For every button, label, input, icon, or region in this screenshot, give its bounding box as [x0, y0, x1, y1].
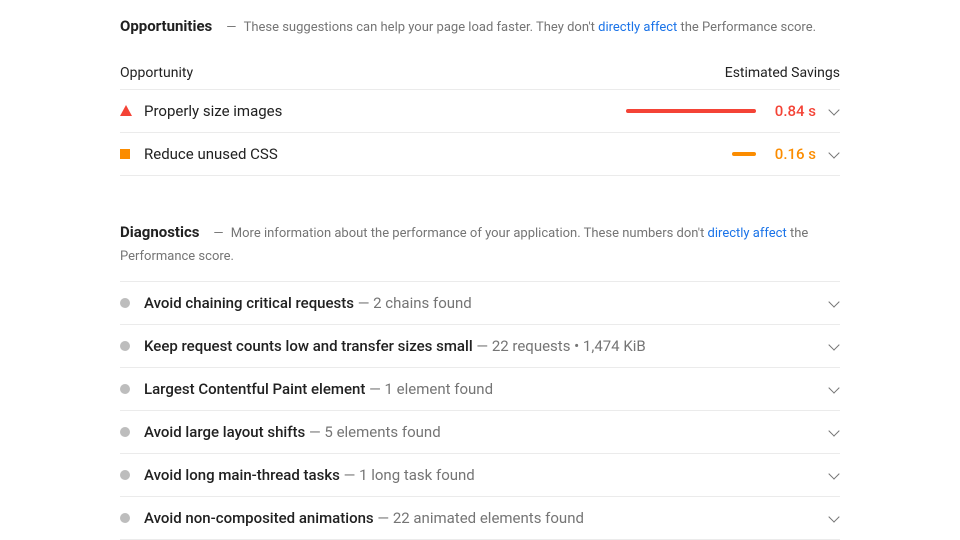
directly-affect-link[interactable]: directly affect	[708, 226, 787, 241]
diagnostic-row[interactable]: Avoid large layout shifts — 5 elements f…	[120, 410, 840, 453]
diagnostics-header: Diagnostics — More information about the…	[120, 220, 840, 268]
diagnostic-detail: 5 elements found	[324, 423, 440, 441]
col-savings: Estimated Savings	[725, 65, 840, 81]
diagnostics-subtitle: — More information about the performance…	[120, 226, 808, 264]
chevron-down-icon	[816, 513, 840, 523]
diagnostic-label: Keep request counts low and transfer siz…	[144, 337, 473, 355]
savings-bar	[622, 152, 762, 156]
circle-gray-icon	[120, 384, 144, 394]
opportunity-label: Properly size images	[144, 102, 622, 120]
diagnostic-row[interactable]: Avoid long main-thread tasks — 1 long ta…	[120, 453, 840, 496]
diagnostic-row[interactable]: Avoid non-composited animations — 22 ani…	[120, 496, 840, 540]
savings-bar	[622, 109, 762, 113]
diagnostics-list: Avoid chaining critical requests — 2 cha…	[120, 281, 840, 540]
chevron-down-icon	[816, 298, 840, 308]
diagnostics-title: Diagnostics	[120, 223, 199, 241]
diagnostic-detail: 1 long task found	[359, 466, 475, 484]
opportunities-title: Opportunities	[120, 17, 212, 35]
diagnostic-label: Avoid long main-thread tasks	[144, 466, 340, 484]
diagnostic-detail: 2 chains found	[373, 294, 472, 312]
chevron-down-icon	[816, 149, 840, 159]
diagnostic-detail: 22 requests • 1,474 KiB	[492, 337, 646, 355]
chevron-down-icon	[816, 427, 840, 437]
circle-gray-icon	[120, 427, 144, 437]
chevron-down-icon	[816, 470, 840, 480]
directly-affect-link[interactable]: directly affect	[598, 20, 677, 35]
circle-gray-icon	[120, 298, 144, 308]
diagnostic-label: Avoid chaining critical requests	[144, 294, 354, 312]
circle-gray-icon	[120, 513, 144, 523]
square-orange-icon	[120, 149, 144, 159]
opportunity-label: Reduce unused CSS	[144, 145, 622, 163]
diagnostic-detail: 1 element found	[385, 380, 494, 398]
diagnostic-label: Avoid large layout shifts	[144, 423, 305, 441]
triangle-red-icon	[120, 105, 144, 116]
chevron-down-icon	[816, 341, 840, 351]
diagnostic-label: Avoid non-composited animations	[144, 509, 374, 527]
chevron-down-icon	[816, 106, 840, 116]
opportunities-subtitle: — These suggestions can help your page l…	[216, 20, 816, 35]
opportunities-header: Opportunities — These suggestions can he…	[120, 14, 840, 39]
circle-gray-icon	[120, 341, 144, 351]
savings-value: 0.16 s	[762, 145, 816, 163]
diagnostic-row[interactable]: Keep request counts low and transfer siz…	[120, 324, 840, 367]
diagnostic-row[interactable]: Avoid chaining critical requests — 2 cha…	[120, 281, 840, 324]
circle-gray-icon	[120, 470, 144, 480]
savings-value: 0.84 s	[762, 102, 816, 120]
opportunities-list: Properly size images 0.84 s Reduce unused …	[120, 89, 840, 176]
chevron-down-icon	[816, 384, 840, 394]
diagnostic-row[interactable]: Largest Contentful Paint element — 1 ele…	[120, 367, 840, 410]
diagnostic-detail: 22 animated elements found	[393, 509, 584, 527]
opportunity-row[interactable]: Properly size images 0.84 s	[120, 89, 840, 132]
diagnostic-label: Largest Contentful Paint element	[144, 380, 365, 398]
opportunity-row[interactable]: Reduce unused CSS 0.16 s	[120, 132, 840, 176]
col-opportunity: Opportunity	[120, 65, 193, 81]
opportunities-table-header: Opportunity Estimated Savings	[120, 51, 840, 89]
